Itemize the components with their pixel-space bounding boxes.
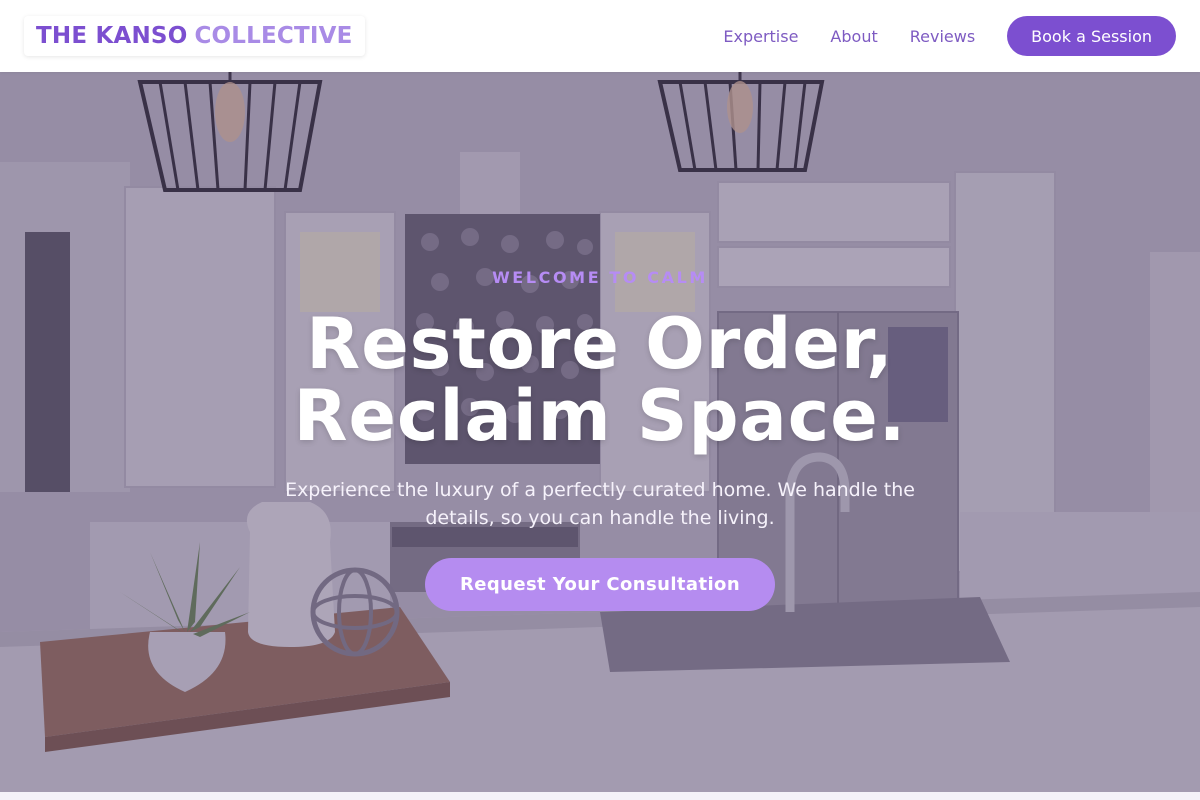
hero-headline-line1: Restore Order, (306, 303, 894, 385)
hero-headline-line2: Reclaim Space. (293, 375, 907, 457)
nav-link-reviews[interactable]: Reviews (910, 27, 975, 46)
site-header: THE KANSO COLLECTIVE Expertise About Rev… (0, 0, 1200, 72)
hero-headline: Restore Order, Reclaim Space. (0, 308, 1200, 452)
hero-content: WELCOME TO CALM Restore Order, Reclaim S… (0, 72, 1200, 792)
brand-logo[interactable]: THE KANSO COLLECTIVE (24, 16, 365, 56)
brand-name-part2: COLLECTIVE (194, 23, 353, 49)
nav-link-expertise[interactable]: Expertise (723, 27, 798, 46)
nav-link-about[interactable]: About (830, 27, 877, 46)
main-nav: Expertise About Reviews Book a Session (723, 16, 1176, 56)
hero-subtext: Experience the luxury of a perfectly cur… (285, 479, 915, 529)
request-consultation-button[interactable]: Request Your Consultation (425, 558, 775, 611)
brand-name-part1: THE KANSO (36, 23, 188, 49)
book-session-button[interactable]: Book a Session (1007, 16, 1176, 56)
hero-section: WELCOME TO CALM Restore Order, Reclaim S… (0, 72, 1200, 792)
next-section-edge (0, 792, 1200, 800)
hero-eyebrow: WELCOME TO CALM (492, 268, 708, 287)
